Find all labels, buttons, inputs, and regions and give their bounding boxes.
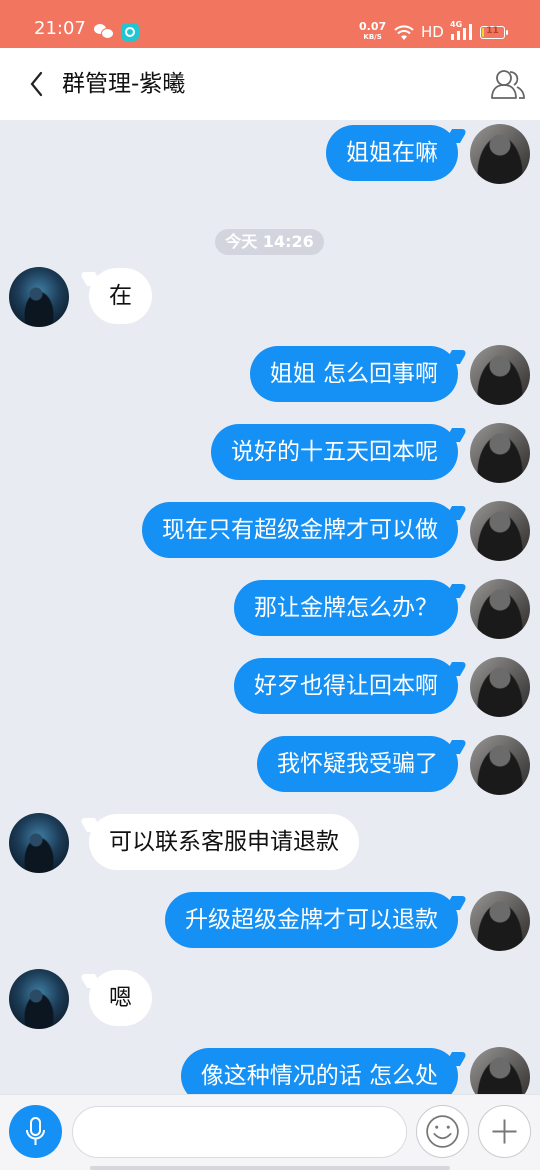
battery-level: 11: [486, 26, 499, 36]
smiley-icon: [426, 1115, 459, 1148]
message-bubble-received[interactable]: 嗯: [89, 970, 152, 1026]
network-speed-unit: KB/S: [363, 33, 382, 41]
microphone-icon: [26, 1117, 45, 1145]
message-bubble-sent[interactable]: 姐姐在嘛: [326, 125, 458, 181]
message-bubble-sent[interactable]: 说好的十五天回本呢: [211, 424, 458, 480]
message-bubble-sent[interactable]: 我怀疑我受骗了: [257, 736, 458, 792]
network-speed: 0.07 KB/S: [359, 21, 386, 42]
message-bubble-sent[interactable]: 那让金牌怎么办？: [234, 580, 458, 636]
avatar-me[interactable]: [470, 1047, 530, 1094]
avatar-me[interactable]: [470, 735, 530, 795]
chevron-left-icon[interactable]: [28, 70, 48, 98]
wechat-icon: [94, 24, 114, 39]
input-bar: [0, 1094, 540, 1170]
message-bubble-sent[interactable]: 升级超级金牌才可以退款: [165, 892, 458, 948]
battery-icon: 11: [480, 26, 508, 39]
home-indicator: [90, 1166, 450, 1170]
avatar-me[interactable]: [470, 891, 530, 951]
avatar-other[interactable]: [9, 267, 69, 327]
more-button[interactable]: [478, 1105, 531, 1158]
avatar-me[interactable]: [470, 124, 530, 184]
app-notification-icon: [121, 23, 139, 41]
group-members-icon[interactable]: [490, 68, 526, 100]
message-bubble-received[interactable]: 在: [89, 268, 152, 324]
avatar-me[interactable]: [470, 657, 530, 717]
message-bubble-received[interactable]: 可以联系客服申请退款: [89, 814, 359, 870]
message-bubble-sent[interactable]: 姐姐 怎么回事啊: [249, 346, 458, 402]
title-bar: 群管理-紫曦: [0, 48, 540, 120]
avatar-me[interactable]: [470, 345, 530, 405]
signal-icon: [451, 24, 472, 40]
wifi-icon: [394, 25, 414, 40]
emoji-button[interactable]: [416, 1105, 469, 1158]
page-title: 群管理-紫曦: [62, 71, 186, 97]
timestamp-pill: 今天 14:26: [215, 229, 324, 255]
status-bar: 21:07 0.07 KB/S HD 4G 11: [0, 0, 540, 48]
avatar-me[interactable]: [470, 579, 530, 639]
avatar-me[interactable]: [470, 501, 530, 561]
message-bubble-sent[interactable]: 像这种情况的话 怎么处: [180, 1048, 458, 1094]
status-time: 21:07: [34, 18, 86, 39]
hd-indicator: HD: [421, 23, 444, 41]
plus-icon: [492, 1119, 517, 1144]
message-bubble-sent[interactable]: 现在只有超级金牌才可以做: [142, 502, 458, 558]
avatar-other[interactable]: [9, 969, 69, 1029]
message-bubble-sent[interactable]: 好歹也得让回本啊: [234, 658, 458, 714]
chat-area[interactable]: 姐姐在嘛 今天 14:26 在 姐姐 怎么回事啊 说好的十五天回本呢 现在只有超…: [0, 120, 540, 1094]
avatar-me[interactable]: [470, 423, 530, 483]
message-input[interactable]: [72, 1106, 407, 1158]
avatar-other[interactable]: [9, 813, 69, 873]
voice-button[interactable]: [9, 1105, 62, 1158]
